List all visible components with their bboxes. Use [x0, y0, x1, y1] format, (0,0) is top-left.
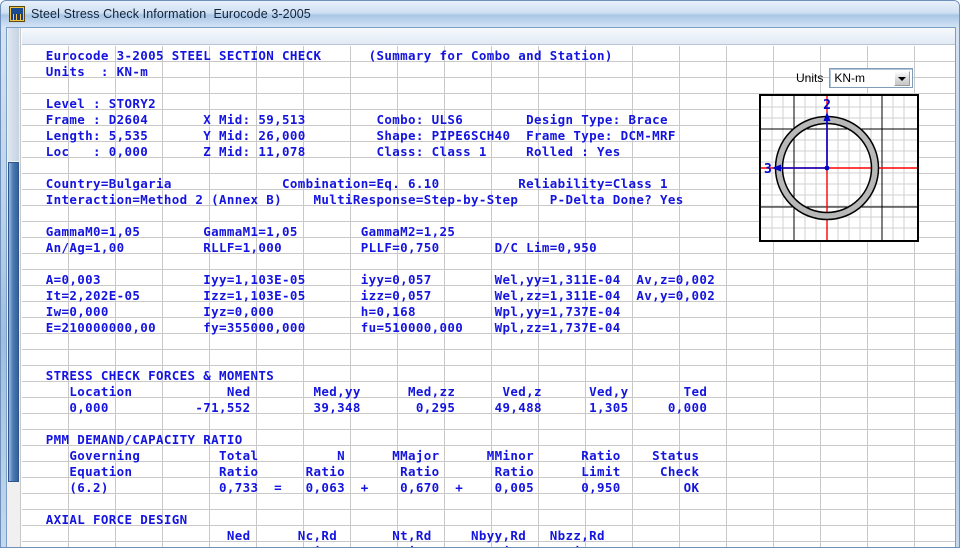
- report-line: Equation Ratio Ratio Ratio Ratio Limit C…: [30, 464, 700, 479]
- section-sketch-panel: 2 3: [759, 94, 919, 242]
- report-line: Iw=0,000 Iyz=0,000 h=0,168 Wpl,yy=1,737E…: [30, 304, 621, 319]
- chevron-down-icon[interactable]: [894, 71, 911, 86]
- report-line: Location Ned Med,yy Med,zz Ved,z Ved,y T…: [30, 384, 708, 399]
- steel-stress-check-window: Steel Stress Check Information Eurocode …: [0, 0, 960, 548]
- units-selected-value: KN-m: [834, 71, 866, 85]
- report-line: AXIAL FORCE DESIGN: [30, 512, 188, 527]
- report-line: [30, 336, 955, 352]
- window-title-bar: Steel Stress Check Information Eurocode …: [1, 1, 959, 27]
- report-line: [30, 496, 955, 512]
- report-line: A=0,003 Iyy=1,103E-05 iyy=0,057 Wel,yy=1…: [30, 272, 716, 287]
- app-icon: [9, 6, 25, 22]
- units-control: Units KN-m: [796, 68, 914, 88]
- axis-2-label: 2: [823, 98, 831, 113]
- grid-column-header-band: [22, 28, 955, 45]
- report-line: It=2,202E-05 Izz=1,103E-05 izz=0,057 Wel…: [30, 288, 716, 303]
- report-line: Ned Nc,Rd Nt,Rd Nbyy,Rd Nbzz,Rd: [30, 528, 605, 543]
- vertical-scrollbar[interactable]: [7, 28, 21, 547]
- report-line: [30, 416, 955, 432]
- units-label: Units: [796, 71, 824, 85]
- scrollbar-thumb[interactable]: [8, 162, 19, 482]
- report-line: Governing Total N MMajor MMinor Ratio St…: [30, 448, 700, 463]
- section-sketch-svg: 2 3: [761, 96, 917, 240]
- report-line: STRESS CHECK FORCES & MOMENTS: [30, 368, 275, 383]
- report-line: [30, 352, 955, 368]
- scrollbar-track-upper[interactable]: [8, 28, 19, 161]
- report-line: E=210000000,00 fy=355000,000 fu=510000,0…: [30, 320, 621, 335]
- report-line: 0,000 -71,552 39,348 0,295 49,488 1,305 …: [30, 400, 708, 415]
- window-client-area: Eurocode 3-2005 STEEL SECTION CHECK (Sum…: [6, 27, 956, 547]
- axis-3-label: 3: [764, 162, 772, 177]
- report-line: (6.2) 0,733 = 0,063 + 0,670 + 0,005 0,95…: [30, 480, 700, 495]
- window-title: Steel Stress Check Information Eurocode …: [31, 7, 311, 21]
- report-line: Eurocode 3-2005 STEEL SECTION CHECK (Sum…: [30, 48, 613, 63]
- report-line: Force Capacity Capacity Major Minor: [30, 544, 955, 547]
- report-line: [30, 256, 955, 272]
- units-dropdown[interactable]: KN-m: [829, 68, 914, 88]
- report-line: PMM DEMAND/CAPACITY RATIO: [30, 432, 243, 447]
